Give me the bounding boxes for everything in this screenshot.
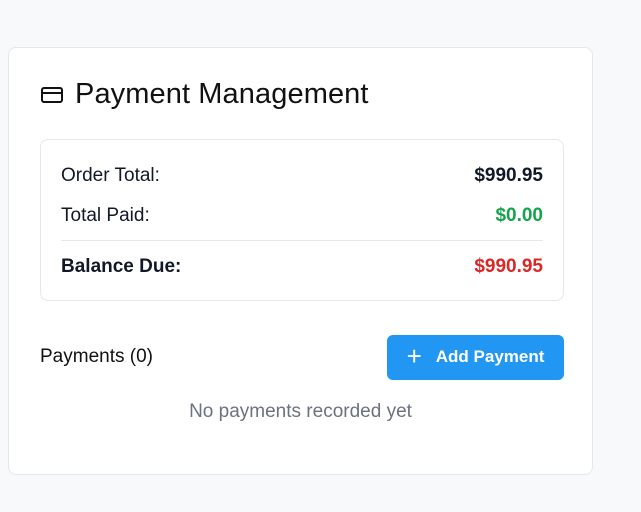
balance-due-value: $990.95 [474,256,543,277]
card-title: Payment Management [75,78,369,110]
plus-icon: + [406,340,422,371]
order-total-value: $990.95 [474,165,543,186]
empty-payments-message: No payments recorded yet [189,401,412,422]
order-total-row: Order Total: $990.95 [61,165,543,187]
order-total-label: Order Total: [61,165,160,186]
balance-due-row: Balance Due: $990.95 [61,256,543,278]
total-paid-label: Total Paid: [61,205,150,226]
total-paid-row: Total Paid: $0.00 [61,205,543,227]
summary-divider [61,240,543,241]
payments-header: Payments (0) + Add Payment [40,334,564,380]
payment-management-card: Payment Management Order Total: $990.95 … [8,47,593,475]
payment-summary: Order Total: $990.95 Total Paid: $0.00 B… [40,139,564,301]
card-header: Payment Management [40,78,369,111]
add-payment-button[interactable]: + Add Payment [387,334,564,380]
credit-card-icon [40,83,64,107]
add-payment-label: Add Payment [435,347,545,366]
payments-title: Payments (0) [40,346,153,367]
balance-due-label: Balance Due: [61,256,182,277]
total-paid-value: $0.00 [495,205,543,226]
